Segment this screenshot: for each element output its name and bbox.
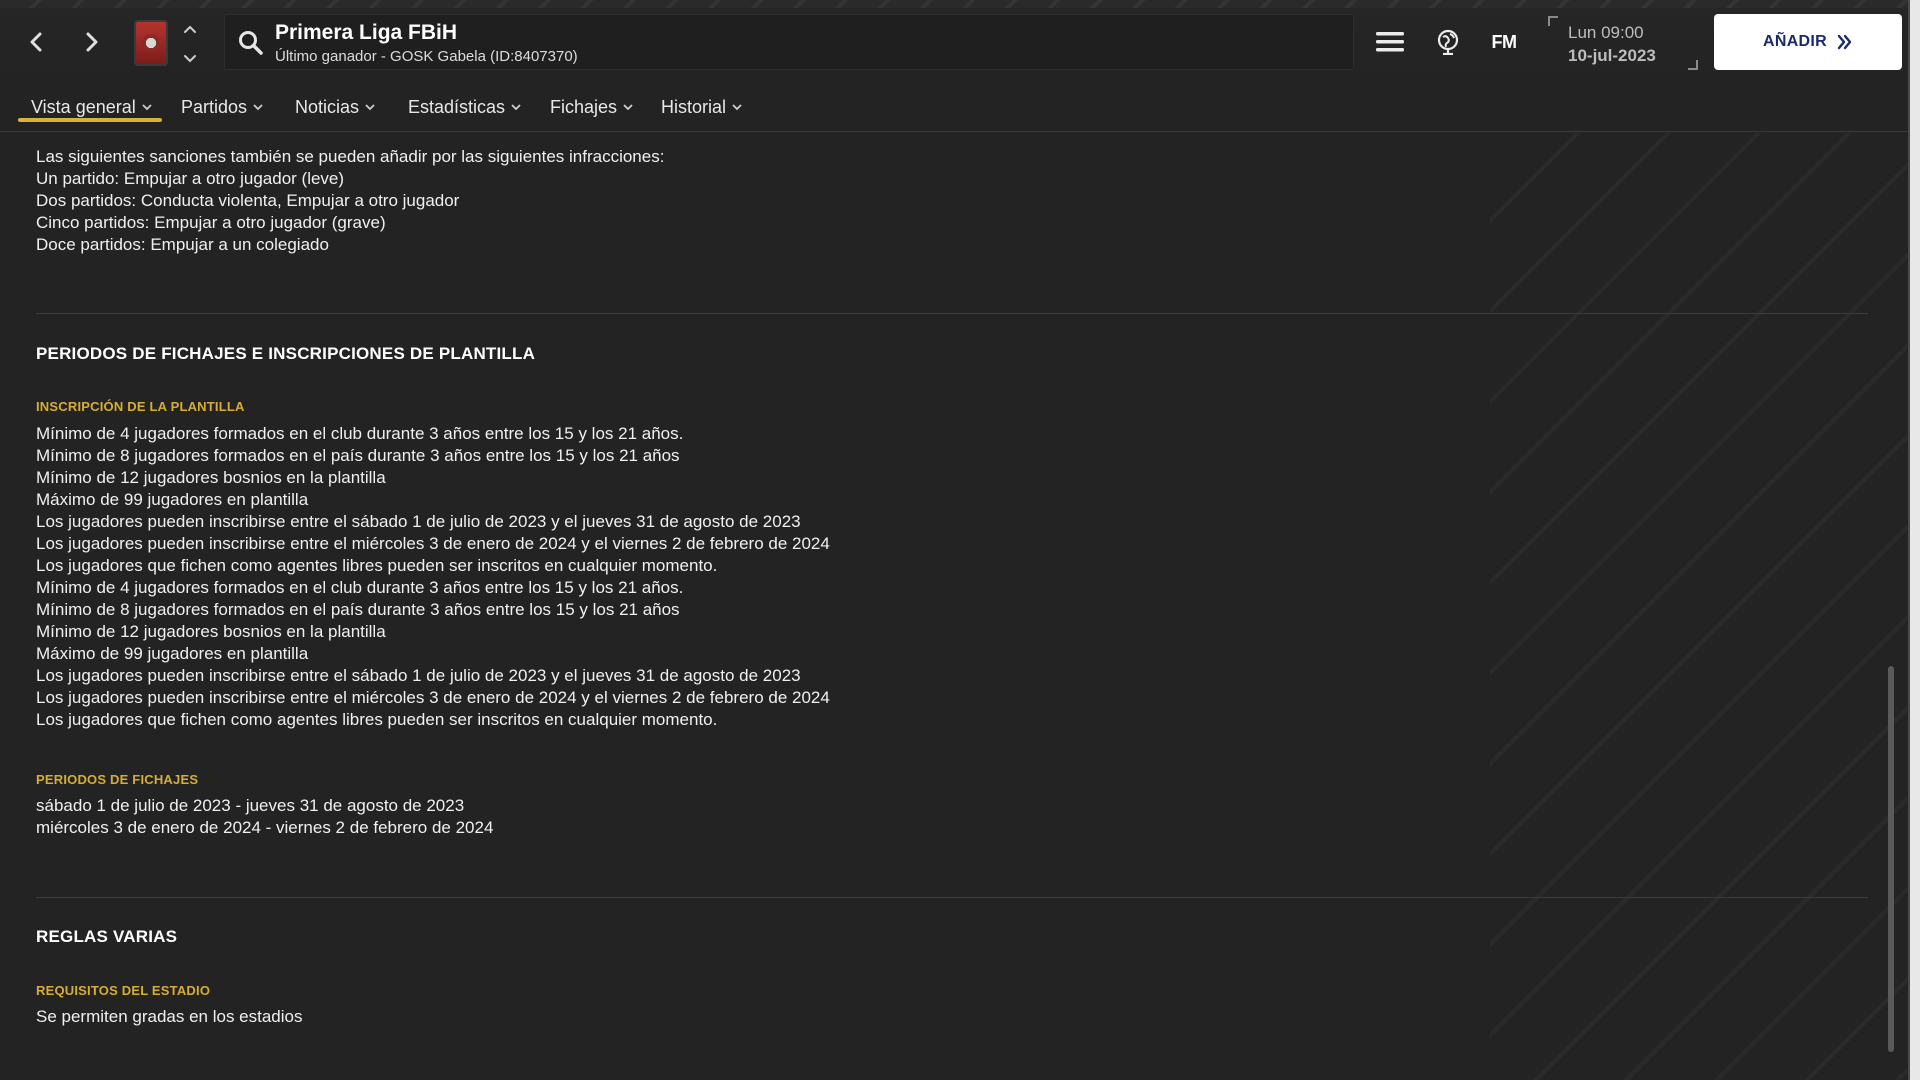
registration-line: Mínimo de 4 jugadores formados en el clu… xyxy=(36,424,684,443)
tab-label: Noticias xyxy=(295,96,360,117)
date-corner-decoration xyxy=(1688,60,1698,70)
transfer-period-line: miércoles 3 de enero de 2024 - viernes 2… xyxy=(36,818,494,837)
registration-line: Mínimo de 12 jugadores bosnios en la pla… xyxy=(36,622,386,641)
registration-line: Los jugadores pueden inscribirse entre e… xyxy=(36,666,801,685)
tab-label: Estadísticas xyxy=(408,96,506,117)
tab-label: Partidos xyxy=(181,96,248,117)
tab-label: Vista general xyxy=(31,96,136,117)
fm-logo: FM xyxy=(1491,31,1518,52)
scrollbar-thumb[interactable] xyxy=(1888,666,1894,1052)
chevron-down-icon[interactable] xyxy=(183,54,197,64)
window-edge xyxy=(1910,0,1920,1080)
game-time: Lun 09:00 xyxy=(1568,23,1644,42)
search-bar[interactable]: Primera Liga FBiH Último ganador - GOSK … xyxy=(224,14,1354,70)
registration-line: Los jugadores pueden inscribirse entre e… xyxy=(36,688,830,707)
tab-noticias[interactable]: Noticias xyxy=(295,90,375,124)
stadium-requirements-list: Se permiten gradas en los estadios xyxy=(36,1006,303,1028)
chevron-down-icon xyxy=(365,103,375,110)
chevron-down-icon xyxy=(142,103,152,110)
globe-icon xyxy=(1437,29,1459,55)
transfer-period-line: sábado 1 de julio de 2023 - jueves 31 de… xyxy=(36,796,465,815)
active-tab-indicator xyxy=(18,118,162,122)
misc-rules-heading: REGLAS VARIAS xyxy=(36,927,178,946)
chevron-down-icon xyxy=(511,103,521,110)
transfer-section-heading: PERIODOS DE FICHAJES E INSCRIPCIONES DE … xyxy=(36,344,536,363)
top-bar: Primera Liga FBiH Último ganador - GOSK … xyxy=(0,0,1920,82)
registration-line: Los jugadores que fichen como agentes li… xyxy=(36,710,718,729)
registration-line: Mínimo de 8 jugadores formados en el paí… xyxy=(36,600,680,619)
forward-button[interactable] xyxy=(72,22,112,62)
registration-line: Los jugadores pueden inscribirse entre e… xyxy=(36,512,801,531)
sanction-line: Un partido: Empujar a otro jugador (leve… xyxy=(36,169,345,188)
date-corner-decoration xyxy=(1548,16,1558,26)
chevron-left-icon xyxy=(30,32,42,52)
registration-list: Mínimo de 4 jugadores formados en el clu… xyxy=(36,423,830,731)
chevron-up-icon[interactable] xyxy=(183,24,197,34)
game-date[interactable]: Lun 09:00 10-jul-2023 xyxy=(1548,14,1698,70)
chevron-down-icon xyxy=(623,103,633,110)
registration-line: Mínimo de 4 jugadores formados en el clu… xyxy=(36,578,684,597)
registration-line: Los jugadores que fichen como agentes li… xyxy=(36,556,718,575)
add-button-label: AÑADIR xyxy=(1762,33,1828,50)
registration-heading: INSCRIPCIÓN DE LA PLANTILLA xyxy=(36,399,245,414)
tab-label: Historial xyxy=(661,96,727,117)
stadium-requirement-line: Se permiten gradas en los estadios xyxy=(36,1007,303,1026)
tab-estadisticas[interactable]: Estadísticas xyxy=(408,90,521,124)
hamburger-menu-icon xyxy=(1376,32,1404,52)
transfer-periods-list: sábado 1 de julio de 2023 - jueves 31 de… xyxy=(36,795,493,839)
add-button[interactable]: AÑADIR xyxy=(1714,14,1902,70)
sanction-line: Doce partidos: Empujar a un colegiado xyxy=(36,235,329,254)
fm-home-button[interactable]: FM xyxy=(1482,22,1526,62)
sanctions-list: Las siguientes sanciones también se pued… xyxy=(36,146,664,256)
sanction-line: Cinco partidos: Empujar a otro jugador (… xyxy=(36,213,386,232)
chevron-down-icon xyxy=(732,103,742,110)
double-chevron-right-icon xyxy=(1837,34,1852,50)
world-button[interactable] xyxy=(1428,22,1468,62)
back-button[interactable] xyxy=(16,22,56,62)
background-decoration xyxy=(1490,133,1910,1080)
registration-line: Los jugadores pueden inscribirse entre e… xyxy=(36,534,830,553)
tab-historial[interactable]: Historial xyxy=(661,90,742,124)
tab-bar: Vista general Partidos Noticias Estadíst… xyxy=(0,82,1920,132)
registration-line: Máximo de 99 jugadores en plantilla xyxy=(36,644,309,663)
transfer-periods-heading: PERIODOS DE FICHAJES xyxy=(36,772,199,787)
overview-content: Las siguientes sanciones también se pued… xyxy=(0,133,1910,1080)
sanction-line: Las siguientes sanciones también se pued… xyxy=(36,147,665,166)
search-icon[interactable] xyxy=(237,29,265,57)
tab-fichajes[interactable]: Fichajes xyxy=(550,90,633,124)
tab-label: Fichajes xyxy=(550,96,618,117)
registration-line: Máximo de 99 jugadores en plantilla xyxy=(36,490,309,509)
tab-partidos[interactable]: Partidos xyxy=(181,90,263,124)
menu-button[interactable] xyxy=(1370,22,1410,62)
stadium-requirements-heading: REQUISITOS DEL ESTADIO xyxy=(36,983,211,998)
section-divider xyxy=(36,897,1868,898)
competition-switcher[interactable] xyxy=(178,24,202,64)
chevron-right-icon xyxy=(86,32,98,52)
chevron-down-icon xyxy=(253,103,263,110)
competition-subtitle: Último ganador - GOSK Gabela (ID:8407370… xyxy=(275,48,578,65)
competition-logo[interactable] xyxy=(134,20,168,66)
section-divider xyxy=(36,313,1868,314)
registration-line: Mínimo de 8 jugadores formados en el paí… xyxy=(36,446,680,465)
game-day: 10-jul-2023 xyxy=(1568,46,1656,65)
sanction-line: Dos partidos: Conducta violenta, Empujar… xyxy=(36,191,460,210)
competition-title: Primera Liga FBiH xyxy=(275,21,458,44)
registration-line: Mínimo de 12 jugadores bosnios en la pla… xyxy=(36,468,386,487)
